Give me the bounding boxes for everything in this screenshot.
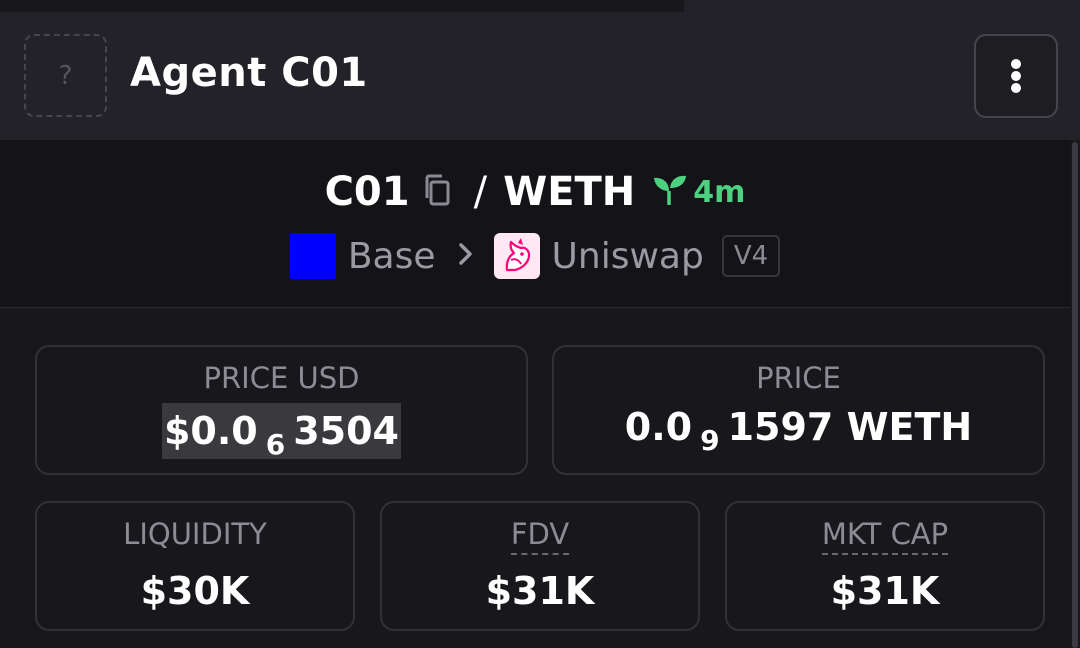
fdv-value: $31K: [485, 569, 595, 613]
copy-icon[interactable]: [422, 173, 452, 211]
price-prefix: 0.0: [624, 405, 693, 449]
price-usd-highlight: $0.0 6 3504: [161, 403, 401, 461]
scrollbar[interactable]: [1070, 140, 1080, 648]
price-weth-value: 0.0 9 1597 WETH: [554, 405, 1043, 457]
price-usd-value: $0.0 6 3504: [37, 403, 526, 461]
chain-name[interactable]: Base: [348, 236, 436, 277]
chevron-right-icon: [458, 242, 474, 270]
fdv-label: FDV: [382, 517, 698, 555]
route-row: Base Uniswap V4: [0, 230, 1070, 282]
price-unit: WETH: [846, 405, 973, 449]
base-symbol: C01: [324, 169, 410, 215]
mkt-cap-card[interactable]: MKT CAP $31K: [725, 501, 1045, 631]
pair-row: C01 / WETH 4m: [0, 164, 1070, 220]
dex-version-badge: V4: [721, 235, 781, 277]
mkt-cap-label: MKT CAP: [727, 517, 1043, 555]
token-avatar-placeholder: ?: [24, 34, 107, 117]
quote-symbol: WETH: [503, 169, 636, 215]
more-vertical-icon-dot: [1011, 83, 1021, 93]
liquidity-card: LIQUIDITY $30K: [35, 501, 355, 631]
scrollbar-thumb[interactable]: [1072, 142, 1078, 648]
more-vertical-icon: [1011, 59, 1021, 69]
uniswap-logo-icon: [493, 233, 540, 279]
liquidity-value: $30K: [140, 569, 250, 613]
leaf-icon: [653, 174, 687, 210]
price-usd-card: PRICE USD $0.0 6 3504: [35, 345, 528, 475]
base-chain-icon: [289, 233, 336, 279]
price-usd-digits: 3504: [293, 409, 399, 453]
token-title: Agent C01: [130, 50, 368, 96]
mkt-cap-value: $31K: [830, 569, 940, 613]
price-zero-count: 9: [700, 424, 720, 457]
top-strip-segment: [684, 0, 1080, 12]
pair-age: 4m: [693, 174, 746, 210]
dex-name[interactable]: Uniswap: [552, 236, 704, 277]
fdv-card[interactable]: FDV $31K: [380, 501, 700, 631]
fdv-label-text: FDV: [510, 517, 570, 555]
price-digits: 1597: [727, 405, 834, 449]
mkt-cap-label-text: MKT CAP: [821, 517, 949, 555]
price-usd-zero-count: 6: [265, 428, 286, 461]
pair-info-section: C01 / WETH 4m Base Uniswap V4: [0, 140, 1070, 308]
pair-separator: /: [473, 169, 488, 215]
more-vertical-icon-dot: [1011, 71, 1021, 81]
avatar-placeholder-glyph: ?: [58, 60, 73, 91]
price-usd-prefix: $0.0: [163, 409, 258, 453]
more-options-button[interactable]: [974, 34, 1058, 118]
top-strip: [0, 0, 1080, 12]
liquidity-label: LIQUIDITY: [123, 517, 267, 551]
price-weth-card: PRICE 0.0 9 1597 WETH: [552, 345, 1045, 475]
token-header: ? Agent C01: [0, 12, 1080, 140]
price-usd-label: PRICE USD: [203, 361, 360, 395]
price-label: PRICE: [756, 361, 841, 395]
